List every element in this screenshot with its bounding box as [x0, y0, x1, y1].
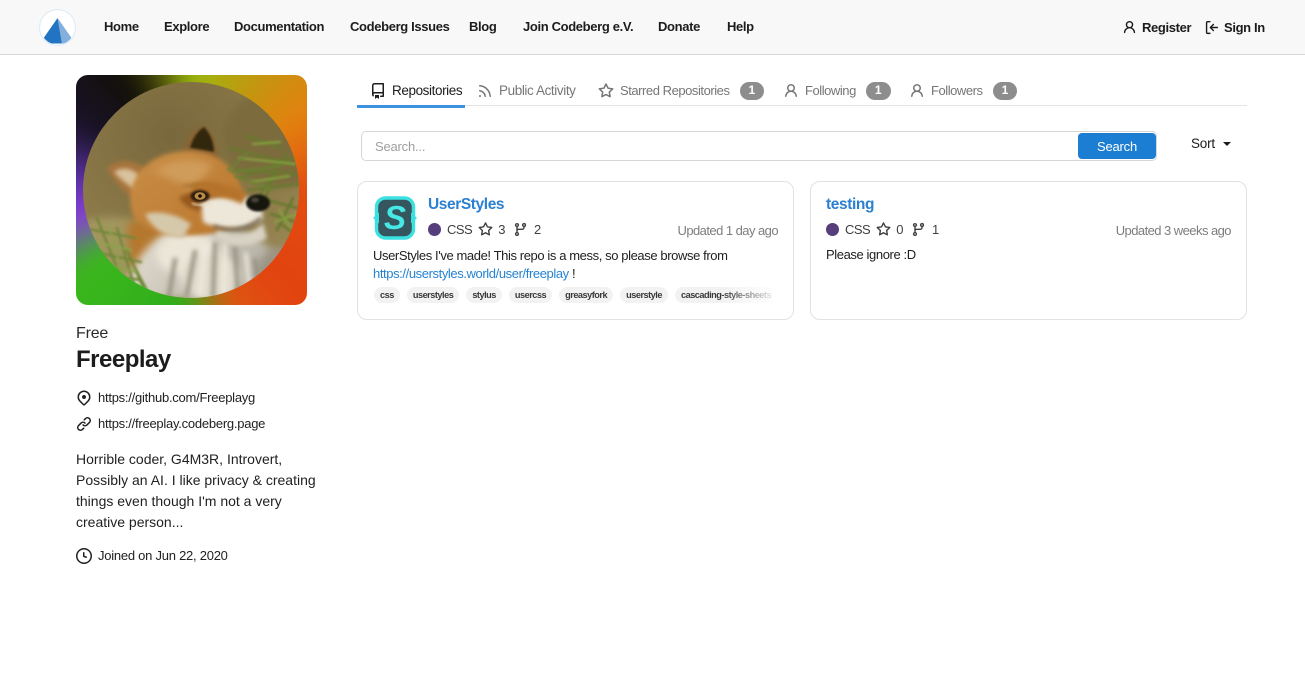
svg-text:S: S: [384, 199, 406, 236]
